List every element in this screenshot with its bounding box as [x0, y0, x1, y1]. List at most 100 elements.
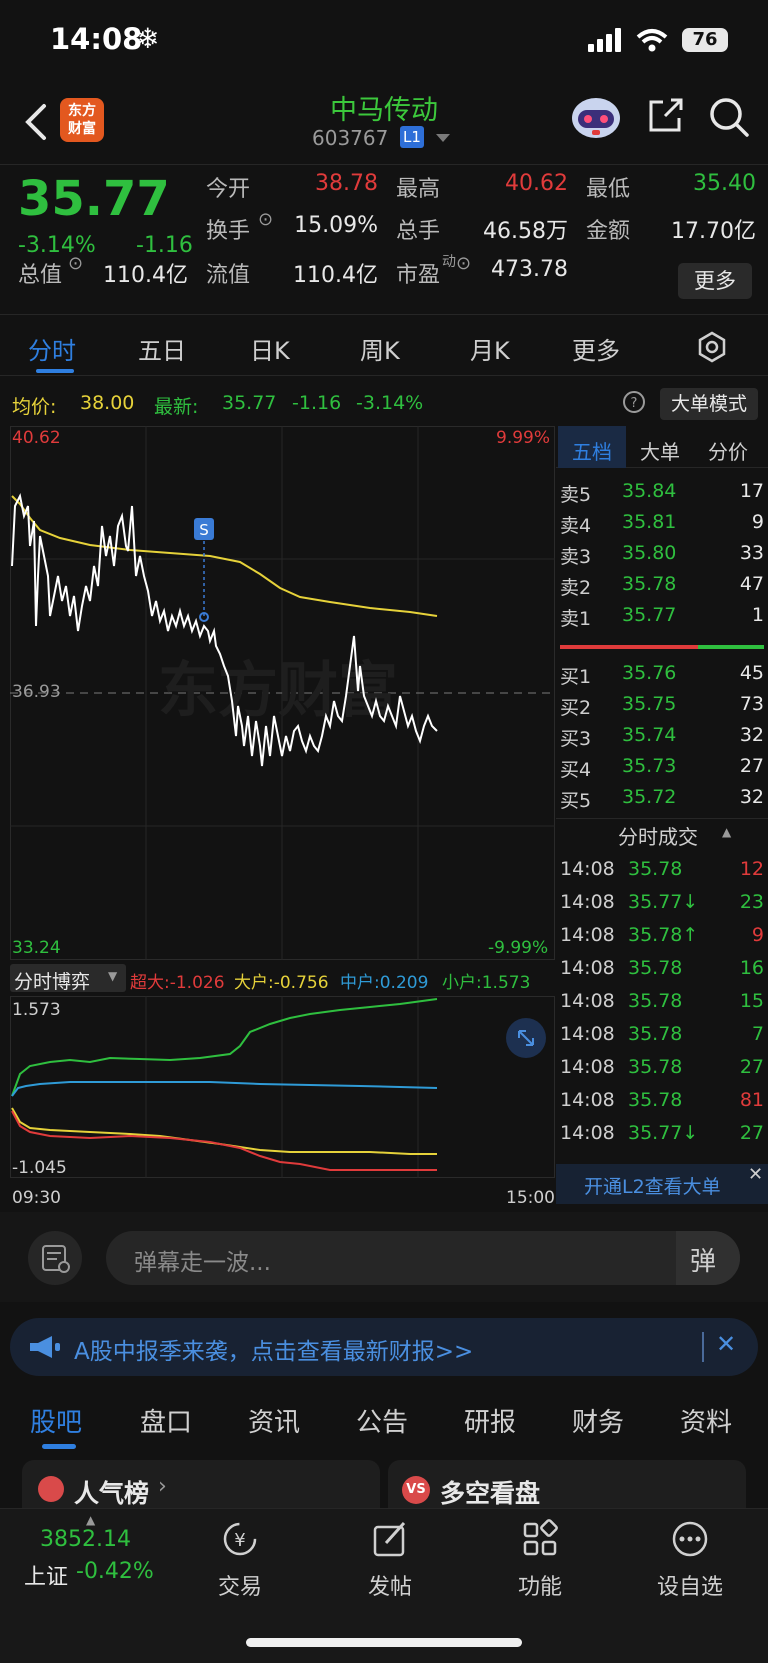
stock-header: 东方财富 中马传动 603767 L1 [0, 82, 768, 162]
danmu-toggle-button[interactable] [28, 1231, 82, 1285]
market-cap-value: 110.4亿 [103, 263, 188, 288]
index-percent[interactable]: -0.42% [76, 1559, 154, 1584]
level-label: 买4 [560, 759, 592, 781]
settings-icon[interactable] [696, 331, 728, 363]
capital-flow-chart[interactable]: 分时博弈 ▼ 超大:-1.026 大户:-0.756 中户:0.209 小户:1… [10, 962, 555, 1212]
more-button[interactable]: 更多 [678, 263, 752, 299]
float-cap-label: 流值 [206, 263, 251, 288]
nav-trade[interactable]: ¥ 交易 [190, 1519, 290, 1609]
tab-handicap[interactable]: 盘口 [140, 1402, 192, 1439]
robot-assistant-icon[interactable] [570, 94, 622, 140]
status-bar: 14:08 ❄ 76 [0, 0, 768, 80]
chevron-right-icon: › [158, 1474, 167, 1499]
tab-five-day[interactable]: 五日 [138, 331, 186, 366]
info-dots-icon[interactable]: ⊙ [258, 209, 273, 230]
tab-daily-k[interactable]: 日K [250, 331, 290, 366]
svg-text:?: ? [631, 396, 638, 411]
tab-price-dist[interactable]: 分价 [708, 436, 748, 465]
bid-ratio-bar [698, 645, 764, 649]
trade-row: 14:08 35.78 15 [556, 986, 768, 1019]
tab-weekly-k[interactable]: 周K [360, 331, 400, 366]
ask-row: 卖3 35.80 33 [556, 538, 768, 569]
ranking-icon [38, 1476, 64, 1502]
medium-label: 中户:0.209 [340, 973, 429, 993]
index-name[interactable]: 上证 [24, 1559, 68, 1591]
expand-button[interactable] [506, 1018, 546, 1058]
tab-profile[interactable]: 资料 [680, 1402, 732, 1439]
trade-volume: 9 [751, 924, 764, 946]
ask-ratio-bar [560, 645, 698, 649]
back-icon[interactable] [20, 100, 56, 144]
danmu-send-button[interactable]: 弹 [676, 1231, 740, 1285]
svg-text:¥: ¥ [234, 1530, 245, 1551]
chart-bottom-percent: -9.99% [488, 938, 549, 958]
trade-price: 35.78 [628, 1089, 683, 1111]
trade-time: 14:08 [560, 1122, 615, 1144]
tab-finance[interactable]: 财务 [572, 1402, 624, 1439]
avg-price-line [11, 495, 438, 617]
up-arrow-icon: ▲ [86, 1513, 96, 1527]
big-order-mode-button[interactable]: 大单模式 [660, 388, 758, 420]
trade-volume: 27 [739, 1056, 764, 1078]
nav-post[interactable]: 发帖 [340, 1519, 440, 1609]
trades-header[interactable]: 分时成交 ▲ [556, 818, 768, 849]
nav-post-label: 发帖 [367, 1575, 412, 1600]
tab-announcements[interactable]: 公告 [356, 1402, 408, 1439]
trade-price: 35.77↓ [628, 891, 699, 913]
earnings-banner[interactable]: A股中报季来袭，点击查看最新财报>> ✕ [10, 1318, 758, 1376]
close-icon[interactable]: ✕ [748, 1164, 763, 1185]
tab-forum[interactable]: 股吧 [30, 1402, 82, 1439]
l2-promo[interactable]: 开通L2查看大单 ✕ [556, 1164, 768, 1204]
trade-volume: 16 [739, 957, 764, 979]
nav-functions[interactable]: 功能 [490, 1519, 590, 1609]
tab-five-level[interactable]: 五档 [572, 436, 612, 465]
level-volume: 32 [739, 786, 764, 808]
tab-research[interactable]: 研报 [464, 1402, 516, 1439]
trade-time: 14:08 [560, 858, 615, 880]
latest-value: 35.77 [222, 392, 277, 414]
signal-marker-label: S [199, 521, 209, 539]
status-time: 14:08 [50, 22, 143, 56]
tab-intraday[interactable]: 分时 [28, 331, 76, 366]
tab-big-order[interactable]: 大单 [640, 436, 680, 465]
change-amount: -1.16 [136, 233, 193, 258]
stock-code[interactable]: 603767 [312, 126, 388, 150]
level-badge[interactable]: L1 [400, 126, 424, 148]
price-info-line: 均价: 38.00 最新: 35.77 -1.16 -3.14% ? 大单模式 [0, 378, 768, 426]
close-icon[interactable]: ✕ [716, 1330, 736, 1358]
level-volume: 17 [739, 480, 764, 502]
search-icon[interactable] [708, 96, 750, 138]
flow-selector[interactable]: 分时博弈 ▼ [10, 964, 126, 993]
index-value[interactable]: 3852.14 [40, 1527, 131, 1552]
open-value: 38.78 [315, 171, 378, 196]
bull-bear-title: 多空看盘 [440, 1479, 541, 1508]
flow-title: 分时博弈 [14, 971, 91, 993]
help-icon[interactable]: ? [622, 390, 646, 414]
tab-monthly-k[interactable]: 月K [470, 331, 510, 366]
trade-volume: 15 [739, 990, 764, 1012]
bid-row: 买3 35.74 32 [556, 720, 768, 751]
banner-text: A股中报季来袭，点击查看最新财报>> [74, 1339, 474, 1365]
trade-row: 14:08 35.77↓ 27 [556, 1118, 768, 1151]
trade-row: 14:08 35.78 12 [556, 854, 768, 887]
brand-logo-text: 东方财富 [68, 103, 96, 137]
brand-logo[interactable]: 东方财富 [60, 98, 104, 142]
level-label: 卖2 [560, 577, 592, 599]
tab-more[interactable]: 更多 [572, 331, 620, 366]
nav-add-watchlist[interactable]: 设自选 [640, 1519, 740, 1609]
tab-news[interactable]: 资讯 [248, 1402, 300, 1439]
share-icon[interactable] [645, 96, 685, 136]
intraday-chart[interactable]: 东方财富 S 40.62 9.99% 36.93 33.24 -9.99% [10, 426, 555, 960]
danmu-settings-icon [42, 1245, 70, 1273]
level-volume: 33 [739, 542, 764, 564]
flow-top-value: 1.573 [12, 1000, 61, 1020]
level-volume: 9 [751, 511, 764, 533]
info-dots-icon[interactable]: ⊙ [68, 253, 83, 274]
dropdown-icon[interactable] [436, 134, 450, 144]
super-large-label: 超大:-1.026 [130, 973, 225, 993]
info-dots-icon[interactable]: ⊙ [456, 253, 471, 274]
danmu-input[interactable]: 弹幕走一波... 弹 [106, 1231, 740, 1285]
amount-label: 金额 [586, 219, 631, 244]
level-price: 35.77 [622, 604, 677, 626]
stock-name[interactable]: 中马传动 [284, 88, 484, 127]
